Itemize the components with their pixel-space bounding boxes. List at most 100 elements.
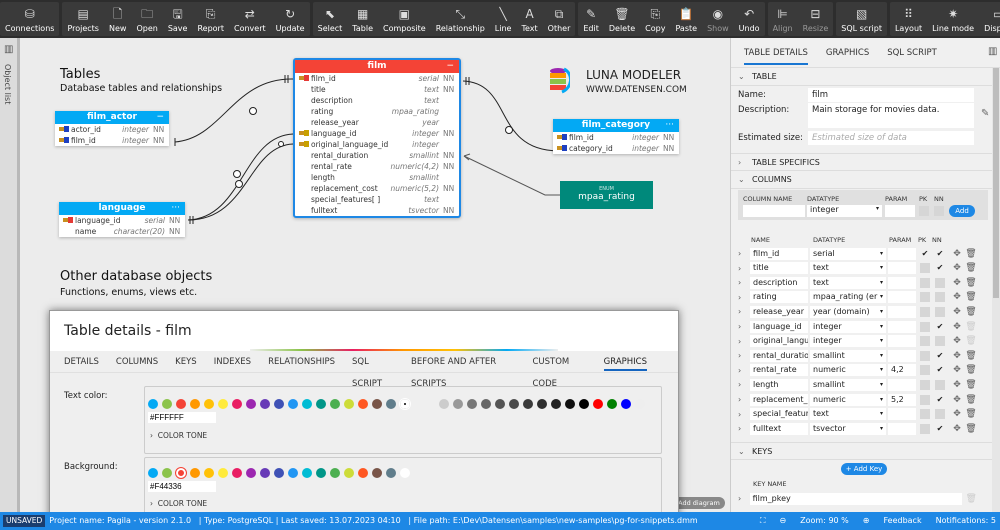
text-color-swatch[interactable] — [190, 399, 200, 409]
toolbar-copy-button[interactable]: ⎘ Copy — [640, 2, 670, 36]
move-handle-icon[interactable]: ✥ — [950, 307, 964, 317]
entity-menu-icon[interactable]: ··· — [171, 202, 180, 215]
nn-checkbox[interactable] — [935, 277, 945, 288]
toolbar-connections-button[interactable]: ⛁ Connections — [0, 2, 59, 36]
add-column-button[interactable]: Add — [949, 205, 975, 217]
background-color-swatch[interactable] — [288, 468, 298, 478]
new-column-pk-checkbox[interactable] — [919, 206, 929, 216]
trash-icon[interactable]: 🗑 — [964, 336, 978, 346]
column-name-input[interactable]: original_langua — [750, 335, 808, 348]
nn-checkbox[interactable]: ✔ — [935, 424, 945, 434]
nn-checkbox[interactable]: ✔ — [935, 395, 945, 405]
trash-icon[interactable]: 🗑 — [964, 292, 978, 302]
trash-icon[interactable]: 🗑 — [964, 380, 978, 390]
column-param-input[interactable] — [888, 262, 916, 275]
zoom-out-icon[interactable]: ⊖ — [779, 512, 786, 530]
column-row[interactable]: ›special_featuretext ✥🗑 — [738, 408, 978, 421]
chevron-right-icon[interactable]: › — [738, 351, 750, 360]
zoom-in-icon[interactable]: ⊕ — [863, 512, 870, 530]
background-color-swatch[interactable] — [386, 468, 396, 478]
column-name-input[interactable]: rental_duration — [750, 349, 808, 362]
dialog-tab-sql-script[interactable]: SQL SCRIPT — [352, 351, 394, 389]
background-color-swatch[interactable] — [246, 468, 256, 478]
move-handle-icon[interactable]: ✥ — [950, 395, 964, 405]
nn-checkbox[interactable]: ✔ — [935, 365, 945, 375]
column-param-input[interactable] — [888, 335, 916, 348]
text-color-gray-swatch[interactable] — [453, 399, 463, 409]
background-color-swatch[interactable] — [302, 468, 312, 478]
trash-icon[interactable]: 🗑 — [964, 409, 978, 419]
chevron-right-icon[interactable]: › — [738, 307, 750, 316]
entity-column-row[interactable]: release_year year — [295, 117, 459, 128]
new-column-name-input[interactable] — [743, 205, 805, 217]
background-color-swatch[interactable] — [316, 468, 326, 478]
right-panel-scrollbar[interactable] — [992, 68, 1000, 512]
toolbar-paste-button[interactable]: 📋 Paste — [670, 2, 702, 36]
background-color-swatch[interactable] — [232, 468, 242, 478]
nn-checkbox[interactable] — [935, 292, 945, 303]
dialog-tab-relationships[interactable]: RELATIONSHIPS — [268, 351, 335, 373]
dialog-tab-indexes[interactable]: INDEXES — [214, 351, 251, 373]
entity-column-row[interactable]: length smallint — [295, 172, 459, 183]
column-param-input[interactable]: 5,2 — [888, 393, 916, 406]
text-color-gray-swatch[interactable] — [621, 399, 631, 409]
object-list-label[interactable]: Object list — [3, 64, 12, 104]
column-name-input[interactable]: length — [750, 378, 808, 391]
dialog-tab-keys[interactable]: KEYS — [175, 351, 197, 373]
text-color-gray-swatch[interactable] — [537, 399, 547, 409]
nn-checkbox[interactable] — [935, 409, 945, 420]
text-color-swatch[interactable] — [274, 399, 284, 409]
toolbar-align-button[interactable]: ⊫ Align — [768, 2, 798, 36]
pk-checkbox[interactable] — [920, 336, 930, 347]
add-key-button[interactable]: + Add Key — [841, 463, 887, 475]
toolbar-delete-button[interactable]: 🗑 Delete — [604, 2, 640, 36]
chevron-right-icon[interactable]: › — [738, 322, 750, 331]
text-color-swatch[interactable] — [372, 399, 382, 409]
column-row[interactable]: ›lengthsmallint ✥🗑 — [738, 378, 978, 391]
diagram-canvas[interactable]: Tables Database tables and relationships… — [23, 38, 728, 512]
text-color-hex-input[interactable] — [148, 412, 216, 423]
pk-checkbox[interactable] — [920, 292, 930, 303]
toolbar-update-button[interactable]: ↻ Update — [271, 2, 310, 36]
pk-checkbox[interactable] — [920, 423, 930, 434]
text-color-swatch[interactable] — [246, 399, 256, 409]
text-color-gray-swatch[interactable] — [607, 399, 617, 409]
new-column-nn-checkbox[interactable] — [934, 206, 944, 216]
entity-header[interactable]: film − — [295, 60, 459, 73]
column-param-input[interactable] — [888, 378, 916, 391]
trash-icon[interactable]: 🗑 — [964, 278, 978, 288]
move-handle-icon[interactable]: ✥ — [950, 278, 964, 288]
trash-icon[interactable]: 🗑 — [964, 424, 978, 434]
key-name-input[interactable]: film_pkey — [749, 492, 963, 505]
column-type-select[interactable]: text — [810, 276, 886, 289]
text-color-swatch[interactable] — [386, 399, 396, 409]
chevron-right-icon[interactable]: › — [738, 278, 750, 287]
nn-checkbox[interactable]: ✔ — [935, 263, 945, 273]
entity-column-row[interactable]: actor_id integer NN — [55, 124, 169, 135]
column-type-select[interactable]: numeric — [810, 393, 886, 406]
chevron-right-icon[interactable]: › — [738, 395, 750, 404]
new-column-param-input[interactable] — [885, 205, 915, 217]
entity-column-row[interactable]: name character(20) NN — [59, 226, 185, 237]
column-type-select[interactable]: smallint — [810, 378, 886, 391]
description-textarea[interactable]: Main storage for movies data. — [808, 103, 974, 128]
column-type-select[interactable]: text — [810, 262, 886, 275]
entity-film-actor[interactable]: film_actor − actor_id integer NN film_id integ… — [55, 111, 169, 146]
text-color-swatch[interactable] — [218, 399, 228, 409]
column-name-input[interactable]: language_id — [750, 320, 808, 333]
entity-column-row[interactable]: replacement_cost numeric(5,2) NN — [295, 183, 459, 194]
column-type-select[interactable]: smallint — [810, 349, 886, 362]
background-color-swatch[interactable] — [372, 468, 382, 478]
column-type-select[interactable]: integer — [810, 335, 886, 348]
toolbar-show-button[interactable]: ◉ Show — [702, 2, 734, 36]
pk-checkbox[interactable] — [920, 365, 930, 376]
edit-pencil-icon[interactable]: ✎ — [981, 108, 989, 119]
toolbar-line-mode-button[interactable]: ✷ Line mode — [927, 2, 979, 36]
chevron-right-icon[interactable]: › — [738, 264, 750, 273]
pk-checkbox[interactable] — [920, 306, 930, 317]
background-color-swatch[interactable] — [344, 468, 354, 478]
text-color-swatch[interactable] — [162, 399, 172, 409]
toolbar-open-button[interactable]: 🗀 Open — [131, 2, 162, 36]
background-color-swatch[interactable] — [358, 468, 368, 478]
text-color-gray-swatch[interactable] — [495, 399, 505, 409]
